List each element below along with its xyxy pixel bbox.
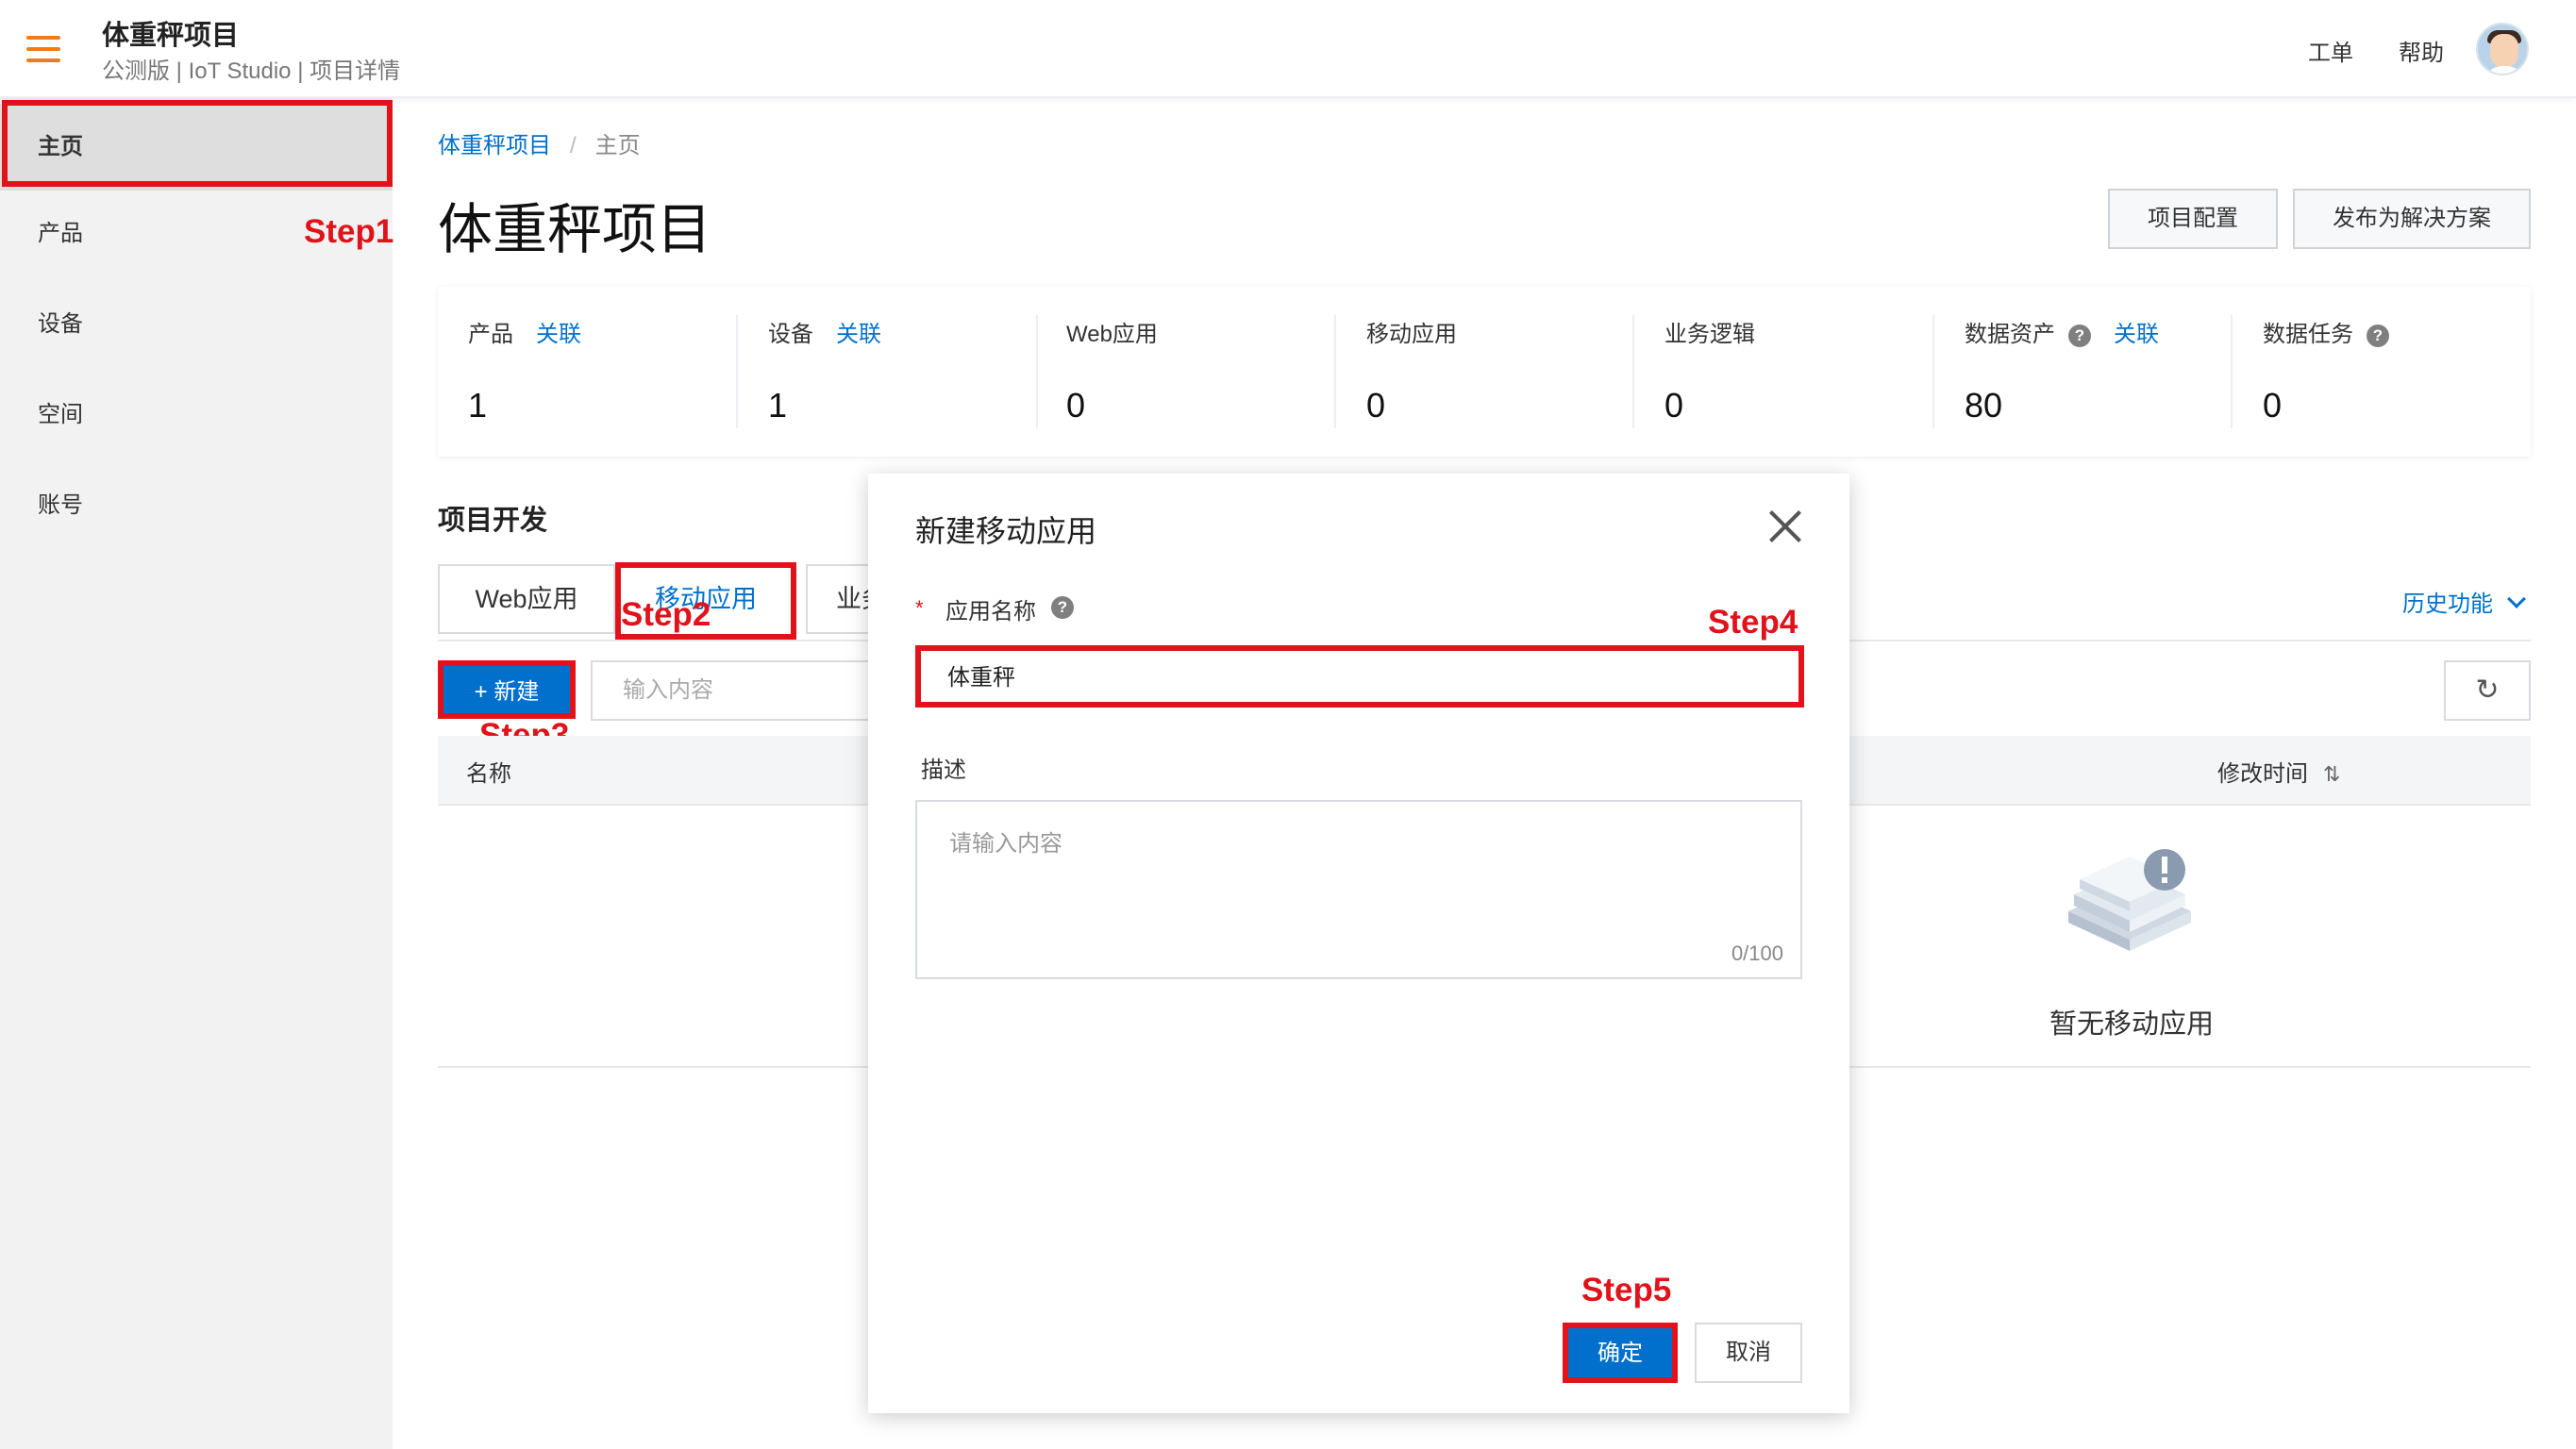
- help-icon[interactable]: ?: [2367, 325, 2389, 347]
- stat-data-tasks: 数据任务? 0: [2263, 315, 2546, 425]
- help-icon[interactable]: ?: [2068, 325, 2091, 347]
- column-modified-label: 修改时间: [2217, 761, 2308, 787]
- step1-label: Step1: [304, 213, 394, 250]
- step4-label: Step4: [1708, 604, 1798, 641]
- dialog-title: 新建移动应用: [915, 514, 1097, 548]
- hamburger-icon[interactable]: [26, 36, 60, 62]
- stat-label: 移动应用: [1366, 322, 1457, 347]
- step5-label: Step5: [1581, 1272, 1672, 1308]
- stat-products: 产品 关联 1: [468, 315, 751, 425]
- empty-state-icon: [2068, 849, 2191, 951]
- chevron-down-icon: [2507, 590, 2526, 608]
- breadcrumb-separator: /: [570, 133, 577, 158]
- sort-icon[interactable]: ⇅: [2323, 762, 2340, 787]
- app-title: 体重秤项目: [102, 21, 240, 51]
- history-label: 历史功能: [2402, 591, 2493, 617]
- publish-solution-button[interactable]: 发布为解决方案: [2293, 189, 2531, 249]
- stat-value: 0: [1664, 386, 1684, 425]
- description-textarea[interactable]: 请输入内容 0/100: [915, 800, 1802, 979]
- stat-value: 80: [1965, 386, 2003, 425]
- stat-label: Web应用: [1066, 322, 1158, 347]
- stat-label: 产品: [468, 322, 513, 347]
- project-config-button[interactable]: 项目配置: [2108, 189, 2278, 249]
- help-icon[interactable]: ?: [1051, 596, 1074, 619]
- link-data-assets[interactable]: 关联: [2114, 322, 2159, 347]
- sidebar-item-account[interactable]: 账号: [0, 462, 393, 549]
- cancel-button[interactable]: 取消: [1695, 1323, 1802, 1383]
- search-input[interactable]: 输入内容: [591, 660, 874, 721]
- sidebar: 主页 产品 设备 空间 账号: [0, 98, 393, 1449]
- column-name: 名称: [466, 761, 511, 787]
- stat-label: 设备: [768, 322, 813, 347]
- sidebar-item-spaces[interactable]: 空间: [0, 372, 393, 458]
- refresh-icon[interactable]: ↻: [2444, 660, 2531, 721]
- character-count: 0/100: [1731, 941, 1783, 965]
- description-label: 描述: [921, 758, 966, 783]
- sidebar-item-home[interactable]: 主页: [0, 104, 393, 191]
- stat-label: 业务逻辑: [1664, 322, 1755, 347]
- stat-value: 0: [2263, 386, 2283, 425]
- stat-value: 0: [1366, 386, 1386, 425]
- app-subtitle: 公测版 | IoT Studio | 项目详情: [102, 58, 401, 84]
- stat-business-logic: 业务逻辑 0: [1664, 315, 1948, 425]
- stat-devices: 设备 关联 1: [768, 315, 1051, 425]
- app-name-label: 应用名称: [945, 599, 1036, 625]
- stat-label: 数据资产: [1965, 322, 2055, 347]
- breadcrumb-project[interactable]: 体重秤项目: [438, 133, 551, 158]
- stat-label: 数据任务: [2263, 322, 2353, 347]
- breadcrumb-current: 主页: [594, 133, 641, 158]
- close-icon[interactable]: [1766, 508, 1804, 545]
- new-app-button[interactable]: + 新建: [443, 666, 570, 719]
- stat-value: 1: [468, 386, 488, 425]
- link-devices[interactable]: 关联: [836, 322, 881, 347]
- top-bar: 体重秤项目 公测版 | IoT Studio | 项目详情 工单 帮助: [0, 0, 2576, 98]
- history-features-dropdown[interactable]: 历史功能: [2402, 585, 2526, 618]
- user-avatar[interactable]: [2476, 23, 2529, 75]
- breadcrumb: 体重秤项目 / 主页: [438, 126, 641, 159]
- help-link[interactable]: 帮助: [2399, 34, 2444, 67]
- description-placeholder: 请输入内容: [949, 831, 1062, 857]
- stat-data-assets: 数据资产? 关联 80: [1965, 315, 2248, 425]
- confirm-button[interactable]: 确定: [1566, 1326, 1674, 1381]
- stat-value: 0: [1066, 386, 1086, 425]
- tab-web-apps[interactable]: Web应用: [438, 564, 615, 634]
- stat-web-apps: Web应用 0: [1066, 315, 1349, 425]
- page-title: 体重秤项目: [438, 199, 712, 260]
- stats-card: 产品 关联 1 设备 关联 1 Web应用 0 移动应用 0 业务逻辑 0 数据资产…: [438, 287, 2531, 457]
- ticket-link[interactable]: 工单: [2308, 34, 2353, 67]
- stat-value: 1: [768, 386, 788, 425]
- sidebar-item-devices[interactable]: 设备: [0, 281, 393, 368]
- empty-state-text: 暂无移动应用: [2049, 1009, 2215, 1040]
- column-modified-time[interactable]: 修改时间 ⇅: [2217, 755, 2340, 788]
- app-name-input[interactable]: 体重秤: [915, 649, 1802, 708]
- link-products[interactable]: 关联: [536, 322, 581, 347]
- required-mark: *: [915, 596, 924, 620]
- section-title: 项目开发: [438, 506, 548, 536]
- step2-label: Step2: [621, 596, 711, 633]
- stat-mobile-apps: 移动应用 0: [1366, 315, 1649, 425]
- new-mobile-app-dialog: 新建移动应用 * 应用名称 ? 体重秤 Step4 描述 请输入内容 0/100…: [868, 474, 1849, 1413]
